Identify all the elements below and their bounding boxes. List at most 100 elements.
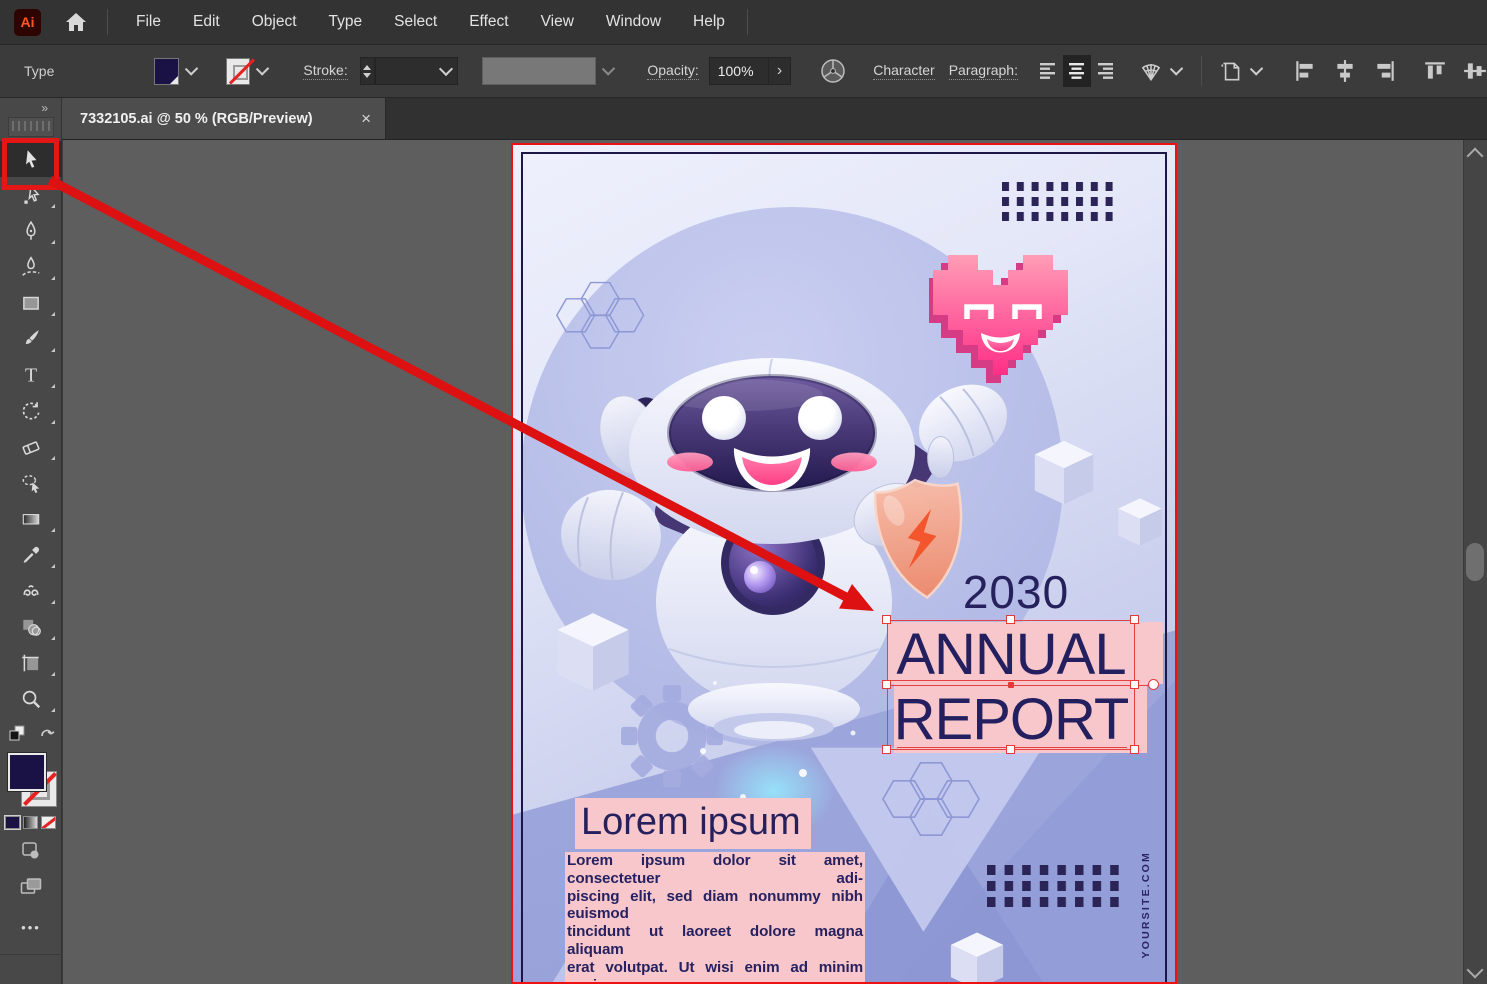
home-icon[interactable]: [65, 12, 87, 32]
none-mode-button[interactable]: [41, 816, 56, 829]
dots-pattern-top[interactable]: [1002, 182, 1113, 223]
more-tools-button[interactable]: •••: [0, 920, 62, 935]
website-text[interactable]: YOURSITE.COM: [1140, 851, 1152, 984]
stroke-weight-stepper[interactable]: [360, 57, 375, 85]
robot-illustration[interactable]: [553, 353, 1013, 829]
twirl-tool[interactable]: [0, 573, 62, 609]
align-horizontal-left-button[interactable]: [1293, 59, 1317, 83]
gradient-tool[interactable]: [0, 501, 62, 537]
stroke-color-swatch[interactable]: [226, 58, 250, 85]
document-setup-icon[interactable]: [1218, 58, 1244, 84]
hexagon-pattern-left[interactable]: [555, 279, 649, 357]
pen-tool[interactable]: [0, 213, 62, 249]
document-setup-chevron[interactable]: [1250, 62, 1264, 76]
menu-help[interactable]: Help: [677, 0, 741, 45]
opacity-input[interactable]: 100%: [709, 57, 769, 85]
color-mode-button[interactable]: [5, 816, 20, 829]
selection-handle[interactable]: [882, 615, 891, 624]
align-right-button[interactable]: [1091, 55, 1120, 87]
brush-definition-select: [482, 57, 597, 85]
text-baseline: [890, 680, 1132, 681]
type-tool[interactable]: T: [0, 357, 62, 393]
recolor-artwork-icon[interactable]: [819, 57, 847, 85]
eyedropper-tool[interactable]: [0, 537, 62, 573]
lasso-tool[interactable]: [0, 465, 62, 501]
selection-handle[interactable]: [882, 680, 891, 689]
body-text[interactable]: Lorem ipsum dolor sit amet, consectetuer…: [565, 852, 865, 984]
opacity-menu-button[interactable]: ›: [769, 57, 791, 85]
stroke-weight-select[interactable]: [375, 57, 457, 85]
menu-view[interactable]: View: [525, 0, 590, 45]
menu-object[interactable]: Object: [236, 0, 313, 45]
paintbrush-tool[interactable]: [0, 321, 62, 357]
scroll-up-icon[interactable]: [1467, 148, 1484, 165]
selection-handle[interactable]: [882, 745, 891, 754]
align-horizontal-center-button[interactable]: [1333, 59, 1357, 83]
stroke-dropdown-chevron[interactable]: [256, 62, 270, 76]
paragraph-panel-link[interactable]: Paragraph:: [949, 62, 1018, 80]
scroll-down-icon[interactable]: [1467, 962, 1484, 979]
selection-handle[interactable]: [1130, 745, 1139, 754]
cube-shape[interactable]: [1117, 497, 1163, 547]
fill-color-swatch[interactable]: [154, 58, 178, 85]
dots-pattern-bottom[interactable]: [987, 865, 1125, 913]
zoom-tool[interactable]: [0, 681, 62, 717]
eraser-tool[interactable]: [0, 429, 62, 465]
heading-text[interactable]: Lorem ipsum: [575, 801, 811, 844]
scrollbar-thumb[interactable]: [1466, 543, 1484, 581]
shape-builder-tool[interactable]: [0, 609, 62, 645]
cube-shape[interactable]: [949, 931, 1005, 984]
fill-swatch[interactable]: [8, 753, 46, 791]
selection-handle[interactable]: [1006, 615, 1015, 624]
artboard[interactable]: 2030 ANNUAL REPORT Lorem ipsum: [511, 143, 1177, 984]
vertical-scrollbar[interactable]: [1463, 140, 1487, 984]
fill-dropdown-chevron[interactable]: [185, 62, 199, 76]
illustrator-window: Ai File Edit Object Type Select Effect V…: [0, 0, 1487, 984]
menu-separator: [747, 9, 748, 35]
menu-select[interactable]: Select: [378, 0, 453, 45]
selection-tool[interactable]: [0, 141, 62, 177]
tool-panel: »: [0, 98, 62, 984]
document-tab[interactable]: 7332105.ai @ 50 % (RGB/Preview) ×: [62, 98, 386, 139]
app-logo-icon[interactable]: Ai: [14, 9, 41, 36]
draw-mode-button[interactable]: [0, 840, 62, 862]
menu-effect[interactable]: Effect: [453, 0, 524, 45]
menu-edit[interactable]: Edit: [177, 0, 236, 45]
menu-type[interactable]: Type: [313, 0, 379, 45]
selection-handle[interactable]: [1130, 680, 1139, 689]
screen-mode-button[interactable]: [0, 876, 62, 898]
character-panel-link[interactable]: Character: [873, 62, 934, 80]
envelope-warp-icon[interactable]: [1138, 59, 1164, 83]
stroke-panel-link[interactable]: Stroke:: [303, 62, 347, 80]
year-text[interactable]: 2030: [961, 565, 1071, 619]
align-center-button[interactable]: [1063, 55, 1092, 87]
selection-center-point[interactable]: [1008, 682, 1014, 688]
svg-text:T: T: [25, 365, 37, 386]
align-horizontal-right-button[interactable]: [1373, 59, 1397, 83]
cube-shape[interactable]: [1033, 439, 1095, 506]
default-colors-icon[interactable]: [8, 724, 28, 749]
selection-rotate-handle[interactable]: [1148, 679, 1159, 690]
opacity-link[interactable]: Opacity:: [647, 62, 698, 80]
curvature-tool[interactable]: [0, 249, 62, 285]
menu-window[interactable]: Window: [590, 0, 677, 45]
tab-close-icon[interactable]: ×: [361, 110, 371, 127]
gradient-mode-button[interactable]: [23, 816, 38, 829]
panel-expand-icon[interactable]: »: [0, 98, 61, 115]
canvas-area[interactable]: 2030 ANNUAL REPORT Lorem ipsum: [63, 140, 1487, 984]
artboard-tool[interactable]: [0, 645, 62, 681]
rotate-tool[interactable]: [0, 393, 62, 429]
envelope-warp-chevron[interactable]: [1170, 62, 1184, 76]
align-vertical-center-button[interactable]: [1463, 59, 1487, 83]
selection-handle[interactable]: [1130, 615, 1139, 624]
selection-handle[interactable]: [1006, 745, 1015, 754]
brush-definition-chevron: [602, 62, 616, 76]
align-vertical-top-button[interactable]: [1423, 59, 1447, 83]
menu-file[interactable]: File: [120, 0, 177, 45]
align-left-button[interactable]: [1034, 55, 1063, 87]
panel-grip[interactable]: [8, 117, 54, 137]
document-tab-bar: 7332105.ai @ 50 % (RGB/Preview) ×: [62, 98, 1487, 140]
rectangle-tool[interactable]: [0, 285, 62, 321]
direct-selection-tool[interactable]: [0, 177, 62, 213]
swap-colors-icon[interactable]: [38, 724, 56, 747]
